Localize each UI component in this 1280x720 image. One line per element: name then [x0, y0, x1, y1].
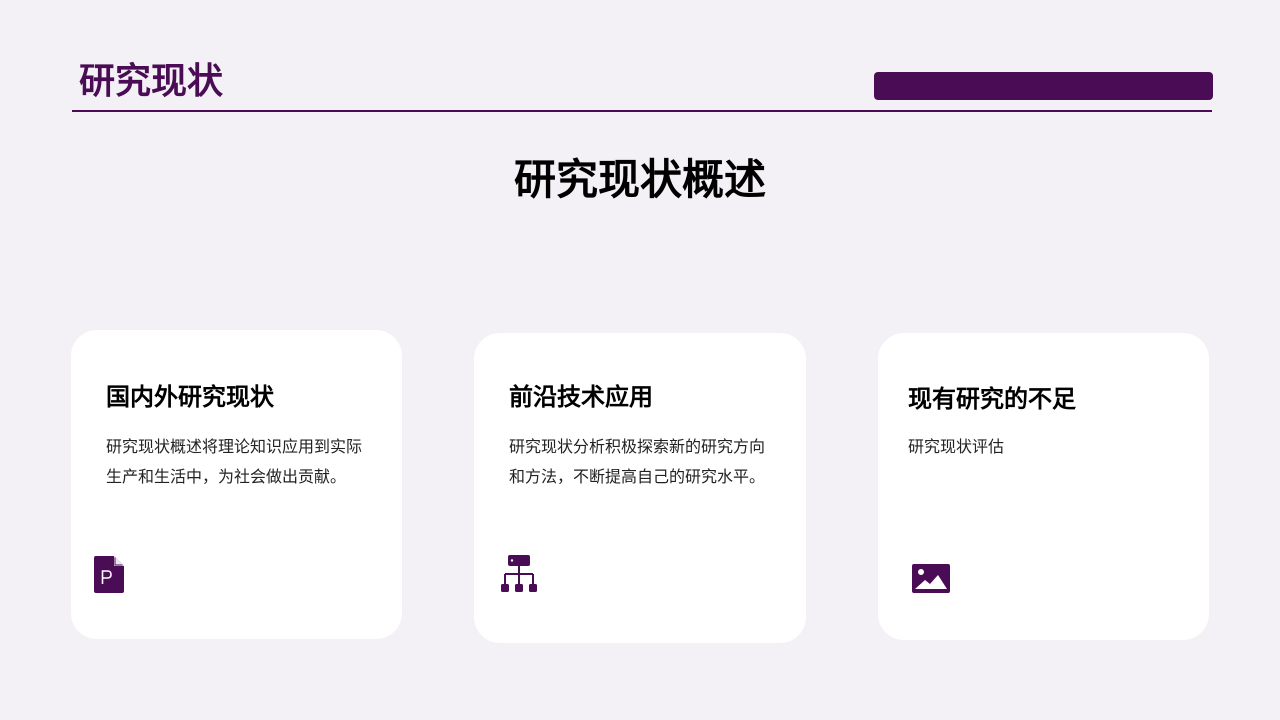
- powerpoint-file-icon: [94, 556, 124, 593]
- card-research-shortcomings: 现有研究的不足 研究现状评估: [878, 333, 1209, 640]
- card-domestic-foreign-research: 国内外研究现状 研究现状概述将理论知识应用到实际生产和生活中，为社会做出贡献。: [71, 330, 402, 639]
- card-frontier-technology: 前沿技术应用 研究现状分析积极探索新的研究方向和方法，不断提高自己的研究水平。: [474, 333, 806, 643]
- section-title: 研究现状概述: [513, 155, 766, 204]
- card-text: 研究现状评估: [908, 437, 1005, 456]
- page-header-title: 研究现状: [79, 61, 224, 102]
- header-divider: [72, 110, 1212, 112]
- hierarchy-icon: [501, 555, 537, 592]
- header-accent-bar: [874, 72, 1213, 100]
- card-text: 研究现状概述将理论知识应用到实际生产和生活中，为社会做出贡献。: [106, 437, 363, 486]
- card-title: 前沿技术应用: [509, 383, 653, 411]
- image-icon: [912, 564, 950, 593]
- card-title: 现有研究的不足: [908, 385, 1076, 413]
- card-title: 国内外研究现状: [106, 383, 274, 411]
- card-text: 研究现状分析积极探索新的研究方向和方法，不断提高自己的研究水平。: [509, 437, 766, 486]
